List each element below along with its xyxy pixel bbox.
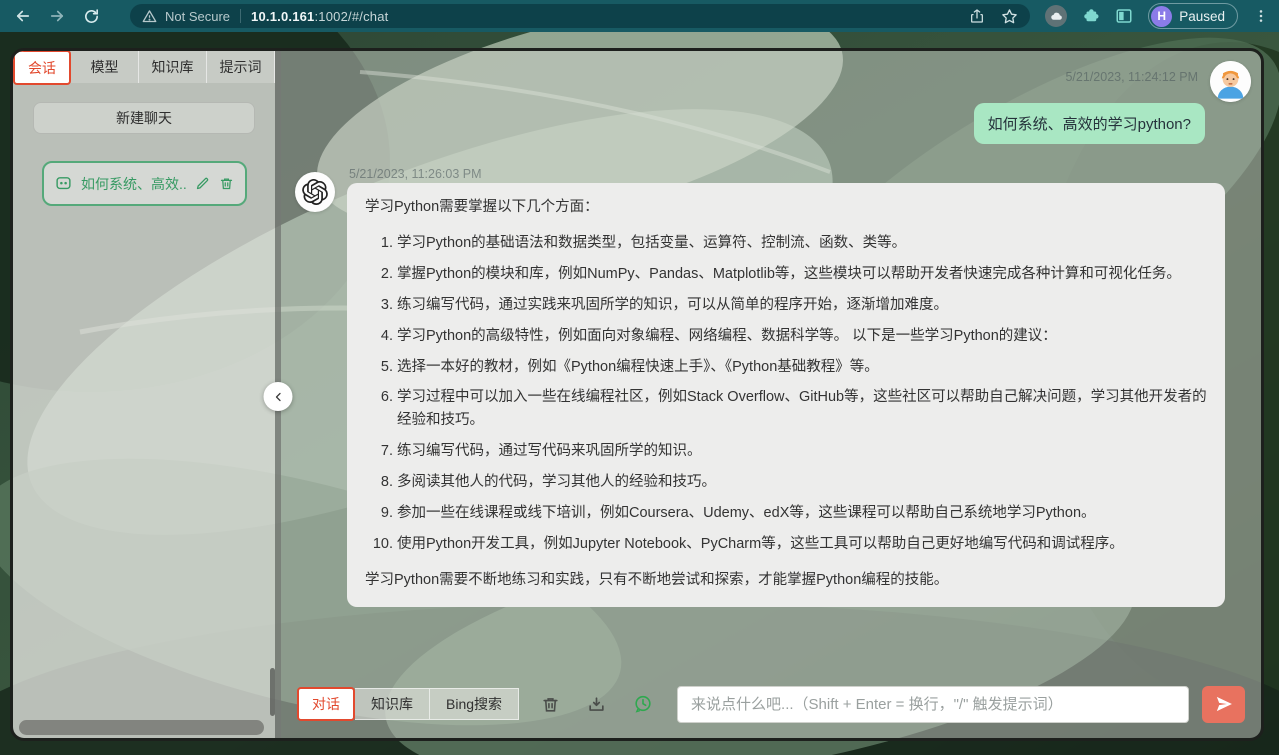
user-message-timestamp: 5/21/2023, 11:24:12 PM	[1065, 70, 1198, 84]
send-plane-icon	[1214, 694, 1234, 714]
warning-triangle-icon	[142, 9, 157, 24]
browser-toolbar: Not Secure 10.1.0.161:1002/#/chat H Paus…	[0, 0, 1279, 32]
list-item: 学习过程中可以加入一些在线编程社区，例如Stack Overflow、GitHu…	[397, 386, 1207, 432]
user-avatar-illustration	[1210, 61, 1251, 102]
list-item: 参加一些在线课程或线下培训，例如Coursera、Udemy、edX等，这些课程…	[397, 502, 1207, 525]
profile-status-label: Paused	[1179, 9, 1225, 24]
composer-mode-tabs: 对话 知识库 Bing搜索	[297, 688, 519, 720]
sync-status-button[interactable]	[1045, 5, 1067, 27]
assistant-numbered-list: 学习Python的基础语法和数据类型，包括变量、运算符、控制流、函数、类等。 掌…	[365, 232, 1207, 556]
list-item: 多阅读其他人的代码，学习其他人的经验和技巧。	[397, 471, 1207, 494]
history-clock-icon[interactable]	[633, 694, 653, 714]
page-url: 10.1.0.161:1002/#/chat	[251, 9, 388, 24]
list-item: 学习Python的高级特性，例如面向对象编程、网络编程、数据科学等。 以下是一些…	[397, 325, 1207, 348]
clear-chat-trash-icon[interactable]	[541, 695, 560, 714]
browser-profile-button[interactable]: H Paused	[1148, 3, 1238, 29]
address-bar[interactable]: Not Secure 10.1.0.161:1002/#/chat	[130, 4, 1030, 28]
chat-main-area: 5/21/2023, 11:24:12 PM	[281, 51, 1261, 738]
message-input[interactable]	[677, 686, 1189, 723]
list-item: 掌握Python的模块和库，例如NumPy、Pandas、Matplotlib等…	[397, 263, 1207, 286]
page-viewport: 会话 模型 知识库 提示词 新建聊天 如何系统、高效...	[0, 32, 1279, 755]
sidebar: 会话 模型 知识库 提示词 新建聊天 如何系统、高效...	[13, 51, 275, 738]
user-message-bubble: 如何系统、高效的学习python?	[974, 103, 1205, 144]
edit-pencil-icon[interactable]	[195, 176, 210, 191]
address-separator	[240, 9, 241, 23]
openai-logo-icon	[302, 179, 328, 205]
conversation-list-item[interactable]: 如何系统、高效...	[42, 161, 247, 206]
list-item: 选择一本好的教材，例如《Python编程快速上手》、《Python基础教程》等。	[397, 356, 1207, 379]
forward-button[interactable]	[44, 3, 70, 29]
browser-actions: H Paused	[1045, 3, 1269, 29]
chevron-left-icon	[272, 391, 284, 403]
side-panel-icon	[1115, 7, 1133, 25]
tab-conversations[interactable]: 会话	[13, 50, 71, 85]
sidebar-horizontal-scrollbar[interactable]	[19, 720, 264, 735]
conversation-title: 如何系统、高效...	[81, 174, 186, 194]
list-item: 使用Python开发工具，例如Jupyter Notebook、PyCharm等…	[397, 533, 1207, 556]
tab-knowledge-base-mode[interactable]: 知识库	[355, 688, 430, 720]
url-host: 10.1.0.161	[251, 9, 314, 24]
back-button[interactable]	[10, 3, 36, 29]
back-icon	[14, 7, 32, 25]
assistant-message-timestamp: 5/21/2023, 11:26:03 PM	[349, 167, 1251, 181]
assistant-message-bubble: 学习Python需要掌握以下几个方面： 学习Python的基础语法和数据类型，包…	[347, 183, 1225, 607]
list-item: 学习Python的基础语法和数据类型，包括变量、运算符、控制流、函数、类等。	[397, 232, 1207, 255]
assistant-outro-paragraph: 学习Python需要不断地练习和实践，只有不断地尝试和探索，才能掌握Python…	[365, 569, 1207, 592]
list-item: 练习编写代码，通过实践来巩固所学的知识，可以从简单的程序开始，逐渐增加难度。	[397, 294, 1207, 317]
bookmark-button[interactable]	[1001, 8, 1018, 25]
export-download-icon[interactable]	[587, 695, 606, 714]
tab-prompts[interactable]: 提示词	[207, 51, 275, 83]
send-button[interactable]	[1202, 686, 1245, 723]
cloud-icon	[1050, 10, 1063, 23]
sidebar-divider[interactable]	[275, 51, 281, 738]
url-path: :1002/#/chat	[315, 9, 389, 24]
assistant-avatar	[295, 172, 335, 212]
forward-icon	[48, 7, 66, 25]
sidebar-tabs: 会话 模型 知识库 提示词	[13, 51, 275, 83]
assistant-intro-paragraph: 学习Python需要掌握以下几个方面：	[365, 196, 1207, 219]
share-button[interactable]	[969, 8, 985, 24]
profile-avatar: H	[1151, 6, 1172, 27]
chat-bubble-icon	[55, 175, 72, 192]
star-icon	[1001, 8, 1018, 25]
chat-app-window: 会话 模型 知识库 提示词 新建聊天 如何系统、高效...	[10, 48, 1264, 741]
tab-knowledge-base[interactable]: 知识库	[139, 51, 207, 83]
security-label: Not Secure	[165, 9, 230, 24]
extensions-button[interactable]	[1082, 7, 1100, 25]
message-list: 5/21/2023, 11:24:12 PM	[295, 61, 1251, 676]
user-message: 5/21/2023, 11:24:12 PM	[295, 61, 1251, 144]
user-avatar	[1210, 61, 1251, 102]
more-vertical-icon	[1253, 8, 1269, 24]
reload-button[interactable]	[78, 3, 104, 29]
reload-icon	[83, 8, 100, 25]
side-panel-button[interactable]	[1115, 7, 1133, 25]
extensions-puzzle-icon	[1082, 7, 1100, 25]
composer-toolbar: 对话 知识库 Bing搜索	[297, 685, 1245, 723]
list-item: 练习编写代码，通过写代码来巩固所学的知识。	[397, 440, 1207, 463]
tab-dialogue-mode[interactable]: 对话	[297, 687, 355, 721]
new-chat-button[interactable]: 新建聊天	[33, 102, 255, 134]
share-icon	[969, 8, 985, 24]
assistant-message: 5/21/2023, 11:26:03 PM 学习Python需要掌握以下几个方…	[295, 167, 1251, 607]
tab-models[interactable]: 模型	[71, 51, 139, 83]
delete-conversation-trash-icon[interactable]	[219, 176, 234, 191]
tab-bing-search-mode[interactable]: Bing搜索	[430, 688, 519, 720]
browser-menu-button[interactable]	[1253, 8, 1269, 24]
collapse-sidebar-button[interactable]	[264, 382, 293, 411]
